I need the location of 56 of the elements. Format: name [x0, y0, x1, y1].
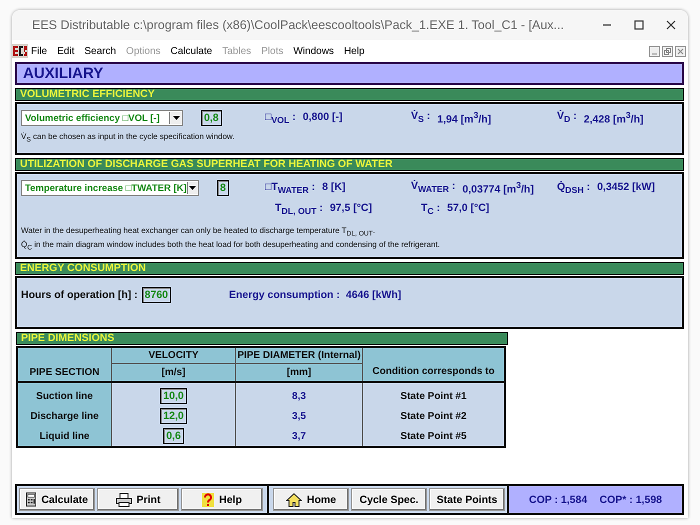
dropdown[interactable]: Volumetric efficiency □VOL [-] — [21, 110, 183, 126]
menu-item[interactable]: Help — [344, 46, 365, 56]
note-text: Water in the desuperheating heat exchanger can only be heated to discharge temperature T$_{DL, OUT}$. — [21, 226, 376, 238]
readout-label: □T$_{WATER}$ : — [265, 180, 316, 196]
readout-value: 0,3452 [kW] — [597, 180, 655, 195]
field-label: Hours of operation [h] : — [21, 289, 138, 301]
window-title: EES Distributable c:\program files (x86)\CoolPack\eescooltools\Pack_1.EXE 1. Tool_C1 - [Aux... — [32, 18, 565, 32]
readout-value: 8 [K] — [322, 180, 346, 195]
row-header: Liquid line — [17, 426, 112, 447]
section-header: ENERGY CONSUMPTION — [15, 262, 684, 275]
dropdown[interactable]: Temperature increase □TWATER [K] — [21, 180, 199, 196]
table-cell: State Point #5 — [362, 426, 505, 447]
table-cell: 3,7 — [236, 426, 362, 447]
readout-label: T$_{C}$ : — [421, 202, 440, 216]
readout-value: 2,428 [m$^{3}$/h] — [584, 110, 644, 126]
toolbar-button[interactable]: State Points — [429, 488, 505, 511]
readout-value: 97,5 [°C] — [330, 202, 372, 216]
section-header: UTILIZATION OF DISCHARGE GAS SUPERHEAT FOR HEATING OF WATER — [15, 158, 684, 171]
readout-value: 0,800 [-] — [302, 110, 342, 125]
readout-value: 57,0 [°C] — [447, 202, 490, 216]
readout-label: □$_{VOL}$ : — [265, 110, 296, 126]
toolbar-button[interactable]: Help — [181, 488, 263, 511]
row-header: Discharge line — [17, 406, 112, 426]
menu-item[interactable]: Search — [84, 46, 116, 56]
table-cell: 3,5 — [236, 406, 362, 426]
readout-value: 0,03774 [m$^{3}$/h] — [462, 180, 534, 196]
column-header: VELOCITY — [112, 347, 236, 364]
readout-label: V̇$_{WATER}$ : — [411, 180, 456, 196]
readout-label: Q̇$_{DSH}$ : — [557, 180, 590, 196]
toolbar-button[interactable]: Calculate — [19, 488, 95, 511]
readout-value: 1,94 [m$^{3}$/h] — [437, 110, 492, 126]
toolbar-button[interactable]: Cycle Spec. — [351, 488, 427, 511]
menu-item[interactable]: File — [31, 46, 48, 56]
note-text: V̇$_{S}$ can be chosen as input in the cycle specification window. — [21, 132, 236, 144]
page-title: AUXILIARY — [15, 62, 684, 85]
cop-value: COP : 1,584 — [529, 494, 588, 506]
toolbar-button[interactable]: Home — [273, 488, 349, 511]
menu-item[interactable]: Calculate — [170, 46, 212, 56]
table-cell: 8,3 — [236, 382, 362, 406]
cop-value: COP* : 1,598 — [600, 494, 662, 506]
readout-label: T$_{DL, OUT}$ : — [275, 202, 323, 216]
readout-value: 4646 [kWh] — [346, 289, 402, 301]
readout-label: V̇$_{D}$ : — [557, 110, 577, 126]
menu-item[interactable]: Edit — [57, 46, 74, 56]
section-header: PIPE DIMENSIONS — [16, 332, 508, 345]
table-cell: State Point #1 — [362, 382, 505, 406]
row-header: Suction line — [17, 382, 112, 406]
toolbar-button[interactable]: Print — [97, 488, 179, 511]
note-text: Q̇$_{C}$ in the main diagram window includes both the heat load for both desuperheating and condensing of the refrigerant. — [21, 240, 441, 252]
readout-label: Energy consumption : — [229, 289, 340, 301]
column-header: Condition corresponds to — [362, 347, 505, 382]
menu-item[interactable]: Windows — [293, 46, 334, 56]
section-header: VOLUMETRIC EFFICIENCY — [15, 88, 684, 101]
readout-label: V̇$_{S}$ : — [411, 110, 430, 126]
column-header: PIPE DIAMETER (Internal) — [236, 347, 362, 364]
table-cell: State Point #2 — [362, 406, 505, 426]
